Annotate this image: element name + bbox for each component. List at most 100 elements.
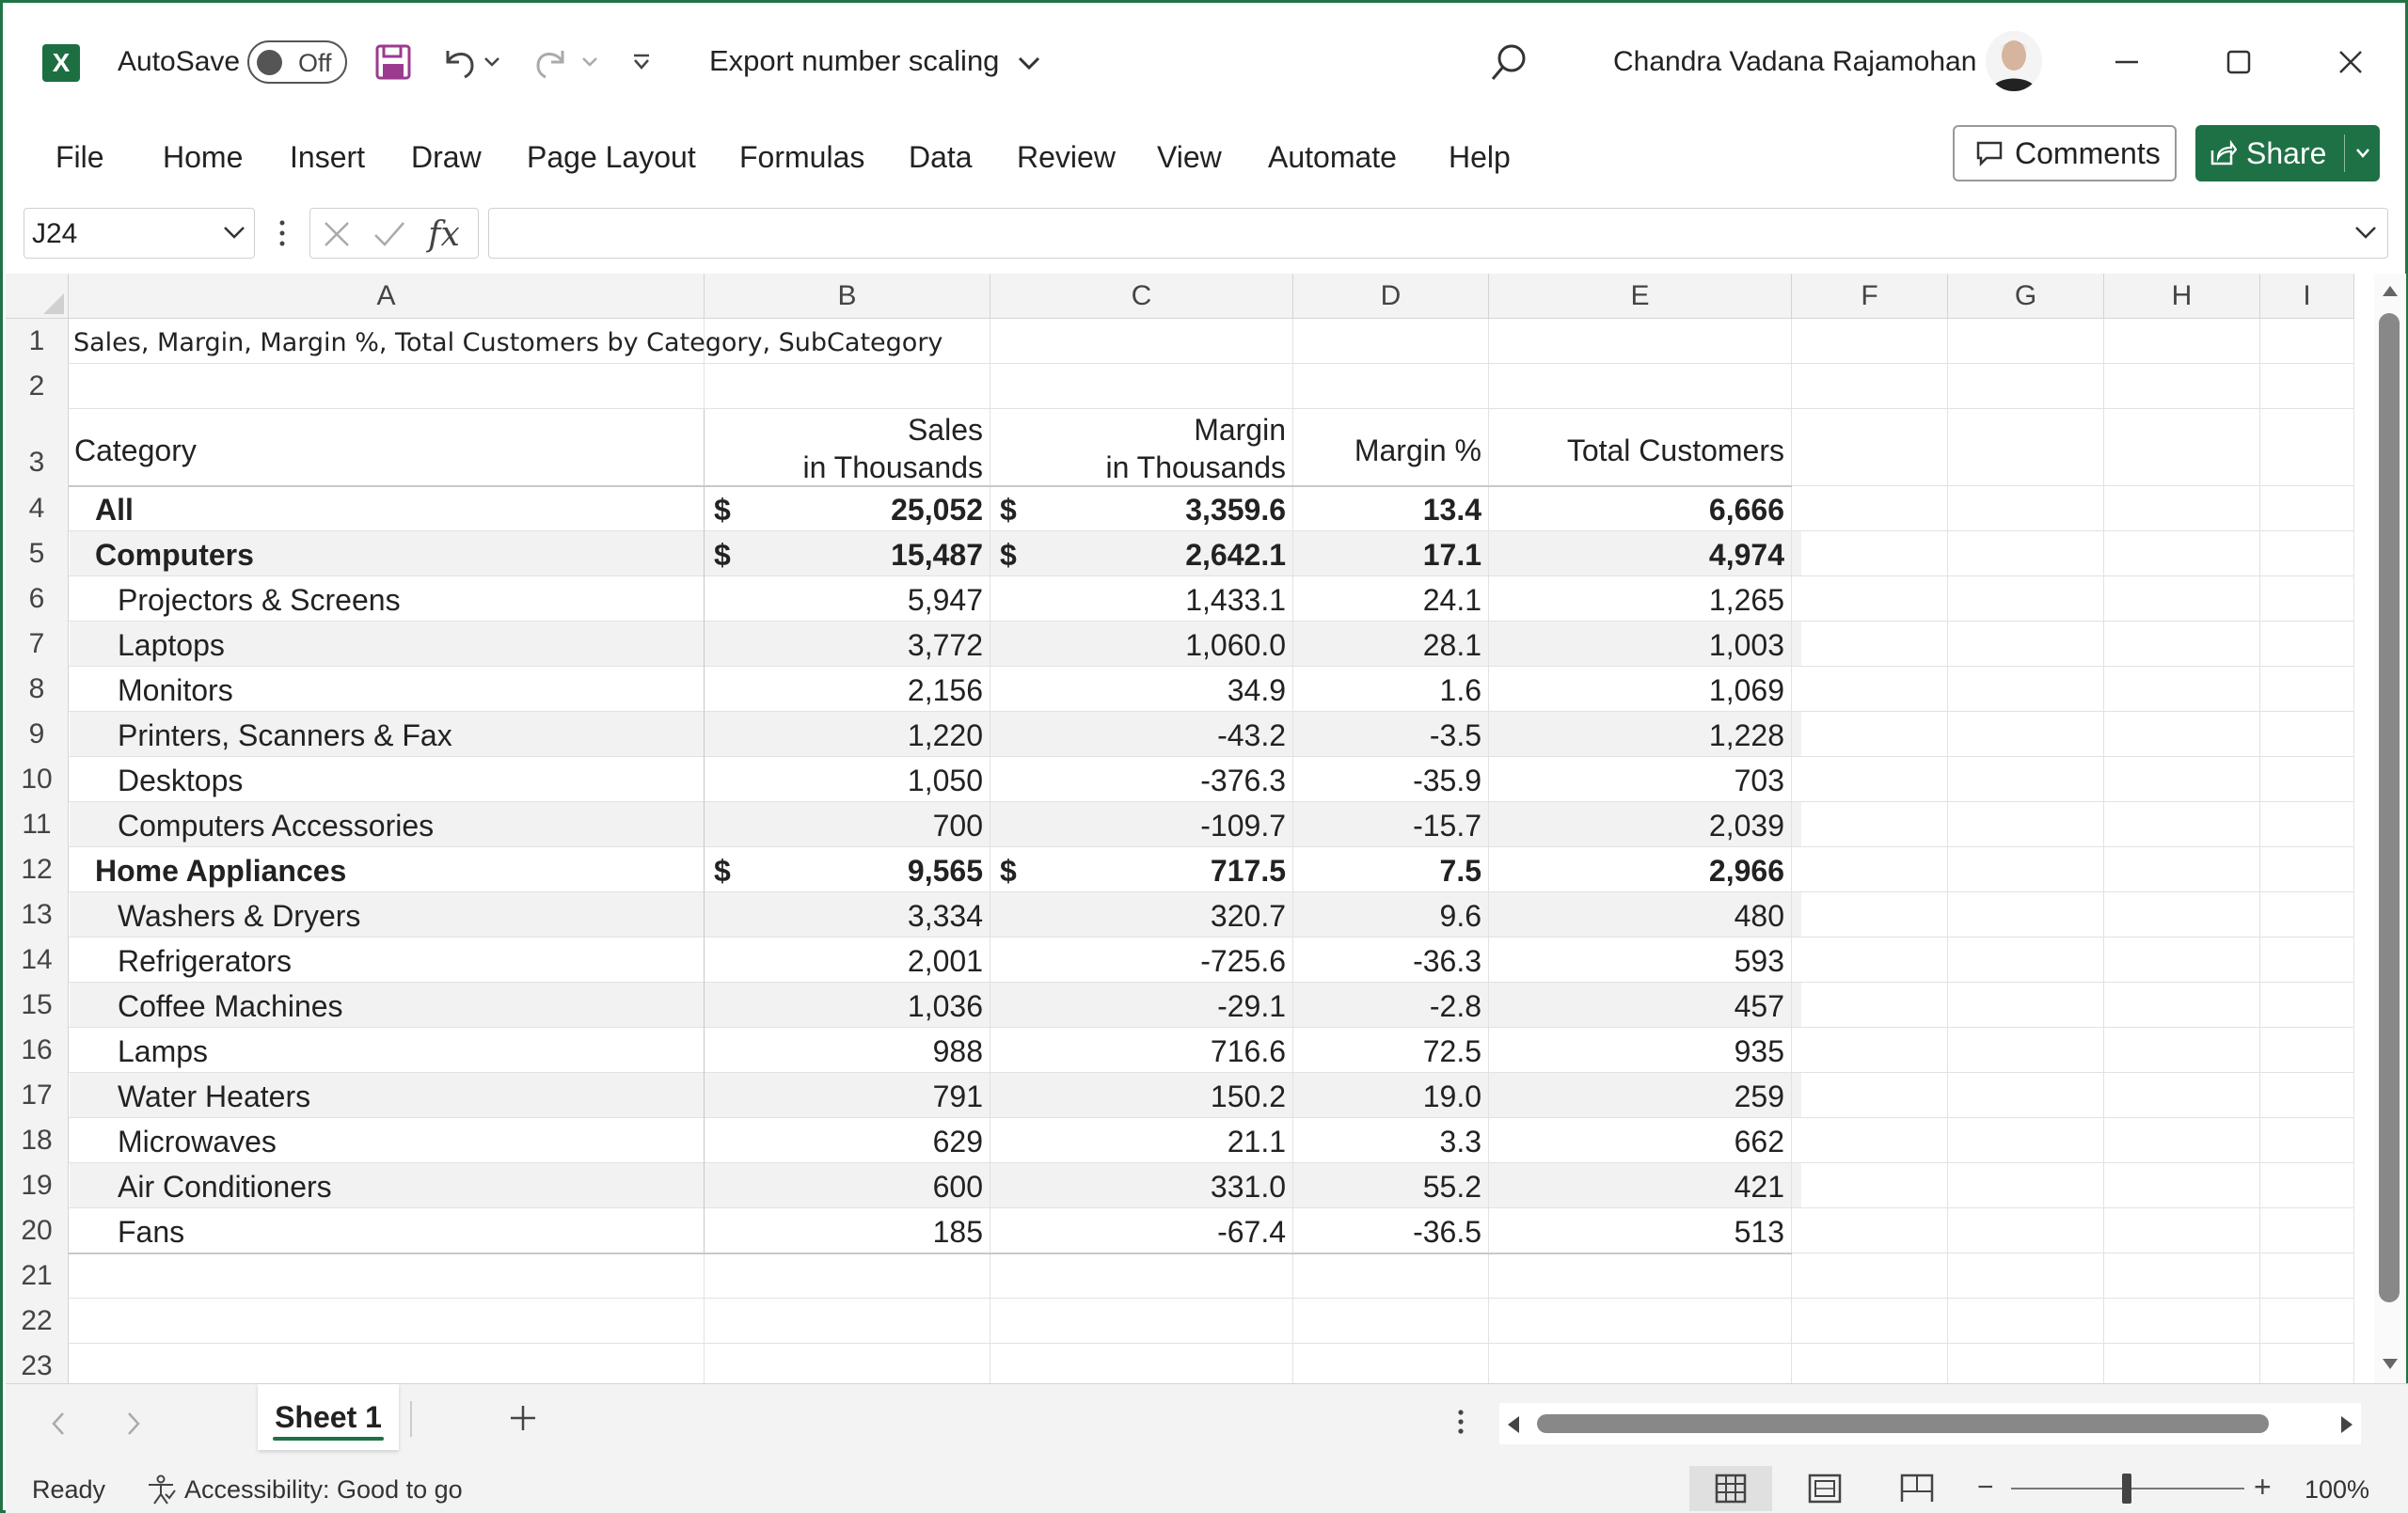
margin-cell[interactable]: 2,642.1 — [990, 538, 1286, 573]
undo-dropdown-icon[interactable] — [481, 40, 503, 84]
tab-page-layout[interactable]: Page Layout — [527, 140, 696, 175]
sales-cell[interactable]: 15,487 — [705, 538, 983, 573]
row-header-13[interactable]: 13 — [6, 892, 69, 938]
margin-cell[interactable]: 3,359.6 — [990, 493, 1286, 528]
margin-pct-cell[interactable]: 3.3 — [1293, 1125, 1481, 1159]
margin-cell[interactable]: -29.1 — [990, 989, 1286, 1024]
expand-formula-bar-icon[interactable] — [2353, 224, 2378, 241]
customers-cell[interactable]: 662 — [1489, 1125, 1784, 1159]
save-icon[interactable] — [372, 40, 415, 84]
zoom-level[interactable]: 100% — [2305, 1475, 2369, 1505]
chevron-right-icon[interactable] — [117, 1407, 150, 1441]
accessibility-status[interactable]: Accessibility: Good to go — [145, 1474, 463, 1505]
margin-cell[interactable]: 21.1 — [990, 1125, 1286, 1159]
margin-pct-cell[interactable]: -2.8 — [1293, 989, 1481, 1024]
comments-button[interactable]: Comments — [1953, 125, 2177, 181]
page-break-view-icon[interactable] — [1876, 1466, 1958, 1511]
scroll-left-icon[interactable] — [1505, 1414, 1522, 1435]
horizontal-scroll-thumb[interactable] — [1537, 1414, 2269, 1433]
user-name[interactable]: Chandra Vadana Rajamohan — [1613, 46, 1976, 78]
row-header-22[interactable]: 22 — [6, 1299, 69, 1344]
zoom-out-button[interactable]: − — [1977, 1472, 1994, 1504]
column-header-f[interactable]: F — [1792, 274, 1948, 319]
autosave-toggle[interactable]: Off — [247, 40, 347, 84]
margin-cell[interactable]: -43.2 — [990, 718, 1286, 753]
worksheet-grid[interactable]: A B C D E F G H I 1 2 3 4 5 6 7 8 9 10 11 12 13 14 15 16 17 18 19 20… — [6, 274, 2374, 1383]
row-header-6[interactable]: 6 — [6, 576, 69, 622]
sales-cell[interactable]: 185 — [705, 1215, 983, 1250]
margin-cell[interactable]: 34.9 — [990, 673, 1286, 708]
margin-cell[interactable]: 331.0 — [990, 1170, 1286, 1205]
zoom-in-button[interactable]: + — [2254, 1470, 2272, 1505]
customers-cell[interactable]: 703 — [1489, 764, 1784, 798]
row-header-14[interactable]: 14 — [6, 938, 69, 983]
category-cell[interactable]: Coffee Machines — [118, 989, 343, 1024]
row-header-12[interactable]: 12 — [6, 847, 69, 892]
margin-cell[interactable]: 320.7 — [990, 899, 1286, 934]
sales-cell[interactable]: 3,772 — [705, 628, 983, 663]
tab-home[interactable]: Home — [163, 140, 243, 175]
tab-help[interactable]: Help — [1449, 140, 1511, 175]
margin-pct-cell[interactable]: 7.5 — [1293, 854, 1481, 889]
tab-draw[interactable]: Draw — [411, 140, 482, 175]
normal-view-icon[interactable] — [1689, 1466, 1772, 1511]
scroll-up-icon[interactable] — [2381, 283, 2400, 298]
row-header-7[interactable]: 7 — [6, 622, 69, 667]
customers-cell[interactable]: 480 — [1489, 899, 1784, 934]
close-icon[interactable] — [2322, 37, 2379, 87]
margin-pct-cell[interactable]: 24.1 — [1293, 583, 1481, 618]
row-header-11[interactable]: 11 — [6, 802, 69, 847]
sales-cell[interactable]: 700 — [705, 809, 983, 843]
margin-pct-cell[interactable]: 28.1 — [1293, 628, 1481, 663]
margin-cell[interactable]: 717.5 — [990, 854, 1286, 889]
sales-cell[interactable]: 791 — [705, 1080, 983, 1114]
header-category[interactable]: Category — [74, 433, 197, 468]
row-header-9[interactable]: 9 — [6, 712, 69, 757]
row-header-2[interactable]: 2 — [6, 364, 69, 409]
category-cell[interactable]: Monitors — [118, 673, 233, 708]
sales-cell[interactable]: 25,052 — [705, 493, 983, 528]
sales-cell[interactable]: 600 — [705, 1170, 983, 1205]
customers-cell[interactable]: 1,003 — [1489, 628, 1784, 663]
category-cell[interactable]: Refrigerators — [118, 944, 292, 979]
margin-cell[interactable]: -109.7 — [990, 809, 1286, 843]
maximize-icon[interactable] — [2210, 37, 2267, 87]
search-icon[interactable] — [1484, 40, 1531, 87]
tab-view[interactable]: View — [1157, 140, 1222, 175]
scroll-right-icon[interactable] — [2338, 1414, 2355, 1435]
document-title[interactable]: Export number scaling — [709, 44, 1041, 78]
margin-cell[interactable]: 716.6 — [990, 1034, 1286, 1069]
row-header-1[interactable]: 1 — [6, 319, 69, 364]
customers-cell[interactable]: 593 — [1489, 944, 1784, 979]
minimize-icon[interactable] — [2099, 37, 2155, 87]
margin-pct-cell[interactable]: 19.0 — [1293, 1080, 1481, 1114]
customers-cell[interactable]: 4,974 — [1489, 538, 1784, 573]
horizontal-scrollbar[interactable] — [1499, 1403, 2361, 1444]
customers-cell[interactable]: 421 — [1489, 1170, 1784, 1205]
formula-input[interactable] — [488, 208, 2388, 259]
category-cell[interactable]: Laptops — [118, 628, 225, 663]
header-sales-line1[interactable]: Sales — [705, 413, 983, 448]
tab-review[interactable]: Review — [1017, 140, 1116, 175]
redo-dropdown-icon[interactable] — [578, 40, 601, 84]
margin-cell[interactable]: 1,433.1 — [990, 583, 1286, 618]
sales-cell[interactable]: 3,334 — [705, 899, 983, 934]
margin-pct-cell[interactable]: -36.5 — [1293, 1215, 1481, 1250]
vertical-scrollbar[interactable] — [2374, 274, 2406, 1383]
column-header-g[interactable]: G — [1948, 274, 2104, 319]
sales-cell[interactable]: 1,036 — [705, 989, 983, 1024]
sales-cell[interactable]: 2,156 — [705, 673, 983, 708]
category-cell[interactable]: All — [95, 493, 134, 528]
customers-cell[interactable]: 2,966 — [1489, 854, 1784, 889]
column-header-e[interactable]: E — [1489, 274, 1792, 319]
margin-pct-cell[interactable]: -35.9 — [1293, 764, 1481, 798]
category-cell[interactable]: Microwaves — [118, 1125, 277, 1159]
row-header-18[interactable]: 18 — [6, 1118, 69, 1163]
sheet-tab-sheet1[interactable]: Sheet 1 — [258, 1384, 399, 1450]
sales-cell[interactable]: 5,947 — [705, 583, 983, 618]
header-sales-line2[interactable]: in Thousands — [705, 450, 983, 485]
row-header-8[interactable]: 8 — [6, 667, 69, 712]
header-margin-pct[interactable]: Margin % — [1293, 433, 1481, 468]
sheet-title-cell[interactable]: Sales, Margin, Margin %, Total Customers… — [73, 328, 943, 357]
margin-pct-cell[interactable]: 9.6 — [1293, 899, 1481, 934]
